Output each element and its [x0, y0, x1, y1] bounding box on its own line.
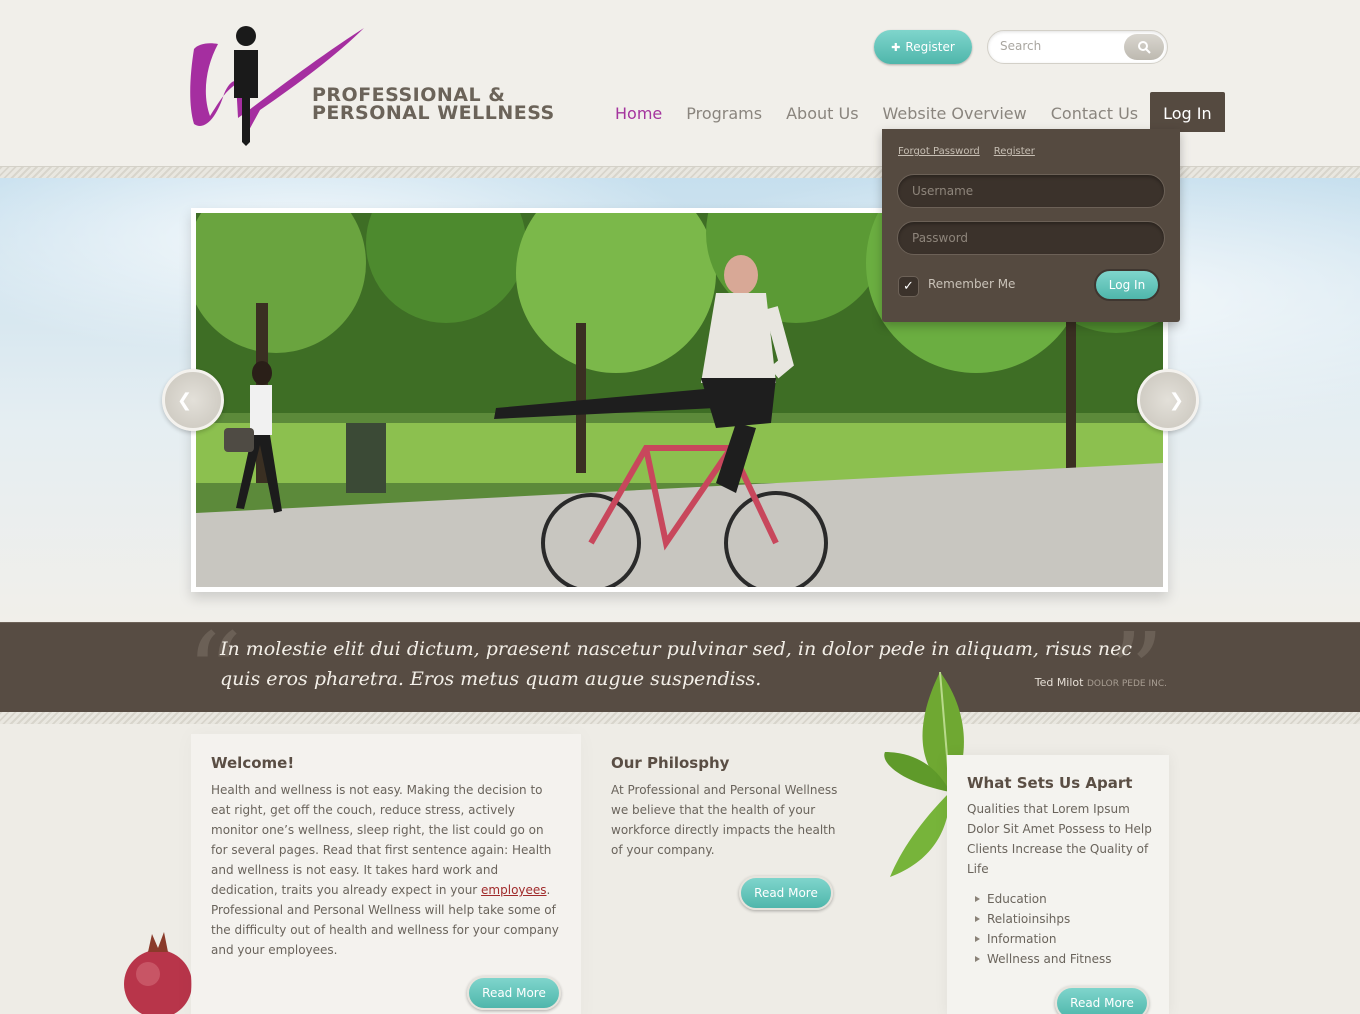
welcome-text: Health and wellness is not easy. Making …	[211, 783, 559, 957]
login-links: Forgot Password Register	[898, 146, 1035, 157]
philosophy-heading: Our Philosphy	[611, 754, 730, 772]
nav-website-overview[interactable]: Website Overview	[871, 92, 1039, 132]
main-nav: Home Programs About Us Website Overview …	[603, 92, 1225, 132]
philosophy-read-more-button[interactable]: Read More	[739, 876, 833, 910]
list-item: Wellness and Fitness	[975, 949, 1111, 969]
chevron-right-icon: ❯	[1168, 389, 1184, 411]
author-company: DOLOR PEDE INC.	[1086, 679, 1167, 689]
chevron-left-icon: ❮	[177, 389, 193, 411]
list-item: Information	[975, 929, 1111, 949]
forgot-password-link[interactable]: Forgot Password	[898, 146, 980, 157]
nav-about-us[interactable]: About Us	[774, 92, 870, 132]
list-item: Education	[975, 889, 1111, 909]
search-icon	[1138, 41, 1151, 54]
welcome-heading: Welcome!	[211, 754, 295, 772]
site-logo[interactable]: PROFESSIONAL & PERSONAL WELLNESS	[188, 24, 554, 146]
employees-link[interactable]: employees	[481, 883, 546, 897]
search-input[interactable]	[1000, 39, 1120, 53]
logo-text-line2: PERSONAL WELLNESS	[312, 102, 555, 124]
apart-list: Education Relatioinsihps Information Wel…	[975, 889, 1111, 969]
login-register-link[interactable]: Register	[994, 146, 1035, 157]
search-button[interactable]	[1124, 34, 1164, 60]
slider-next-button[interactable]: ❯	[1137, 369, 1199, 431]
register-button-label: Register	[905, 40, 955, 54]
username-field	[897, 174, 1165, 208]
checkmark-icon: ✓	[903, 279, 914, 294]
philosophy-section: Our Philosphy At Professional and Person…	[611, 754, 841, 860]
apart-read-more-button[interactable]: Read More	[1055, 986, 1149, 1014]
apart-text: Qualities that Lorem Ipsum Dolor Sit Ame…	[967, 802, 1152, 876]
pomegranate-image	[124, 932, 192, 1014]
add-user-icon: ✚	[891, 40, 901, 54]
nav-log-in[interactable]: Log In	[1150, 92, 1225, 132]
apart-heading: What Sets Us Apart	[967, 774, 1133, 792]
list-item: Relatioinsihps	[975, 909, 1111, 929]
welcome-read-more-button[interactable]: Read More	[467, 976, 561, 1010]
remember-me-label: Remember Me	[928, 277, 1016, 291]
password-field	[897, 221, 1165, 255]
login-dropdown: Forgot Password Register ✓ Remember Me L…	[882, 129, 1180, 322]
password-input[interactable]	[912, 231, 1142, 245]
search-box	[987, 30, 1168, 64]
welcome-section: Welcome! Health and wellness is not easy…	[211, 754, 561, 960]
apart-card: What Sets Us Apart Qualities that Lorem …	[947, 755, 1169, 1014]
quote-divider	[0, 712, 1360, 724]
nav-home[interactable]: Home	[603, 92, 674, 132]
philosophy-text: At Professional and Personal Wellness we…	[611, 783, 838, 857]
register-button[interactable]: ✚ Register	[874, 30, 972, 64]
nav-programs[interactable]: Programs	[674, 92, 774, 132]
remember-me-checkbox[interactable]: ✓	[898, 276, 919, 297]
login-submit-button[interactable]: Log In	[1094, 269, 1160, 301]
nav-contact-us[interactable]: Contact Us	[1039, 92, 1150, 132]
username-input[interactable]	[912, 184, 1142, 198]
slider-prev-button[interactable]: ❮	[162, 369, 224, 431]
